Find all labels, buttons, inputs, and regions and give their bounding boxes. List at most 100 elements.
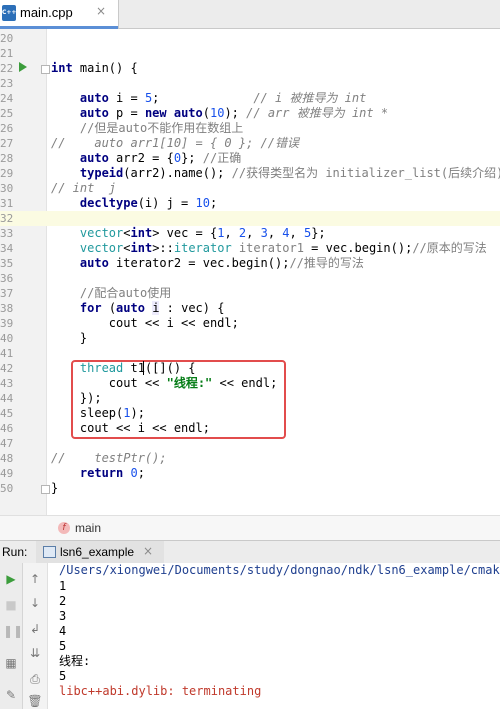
fold-icon[interactable]	[41, 65, 50, 74]
code-line[interactable]: 31 decltype(i) j = 10;	[0, 196, 500, 211]
code-token: 4	[282, 226, 290, 240]
code-line[interactable]: 39 cout << i << endl;	[0, 316, 500, 331]
code-token: ;	[137, 466, 145, 480]
code-token: 10	[195, 196, 210, 210]
code-token: auto	[79, 91, 109, 105]
code-token: <	[123, 226, 131, 240]
code-token: >::	[152, 241, 174, 255]
line-number: 44	[0, 392, 14, 405]
code-line[interactable]: 50}	[0, 481, 500, 496]
code-token: main() {	[72, 61, 138, 75]
code-line[interactable]: 40 }	[0, 331, 500, 346]
highlight-annotation-box	[71, 360, 286, 439]
code-line[interactable]: 25 auto p = new auto(10); // arr 被推导为 in…	[0, 106, 500, 121]
print-icon[interactable]: ⎙	[27, 671, 43, 687]
scroll-up-icon[interactable]: ↑	[27, 571, 43, 587]
code-token: (arr2).name();	[123, 166, 232, 180]
code-line[interactable]: 30 // int j	[0, 181, 500, 196]
code-token: auto	[116, 301, 145, 315]
line-number: 22	[0, 62, 14, 75]
run-actions-toolbar: ▶ ■ ❚❚ ▦ ✎	[0, 563, 23, 709]
code-line[interactable]: 27 // auto arr1[10] = { 0 }; //错误	[0, 136, 500, 151]
code-token: iterator	[173, 241, 232, 255]
code-line[interactable]: 37 //配合auto使用	[0, 286, 500, 301]
pause-icon[interactable]: ❚❚	[3, 623, 23, 639]
code-text: for (auto i : vec) {	[51, 301, 224, 316]
code-line[interactable]: 24 auto i = 5; // i 被推导为 int	[0, 91, 500, 106]
breadcrumb-function[interactable]: main	[75, 521, 101, 535]
run-tab[interactable]: lsn6_example ×	[36, 541, 164, 563]
code-token: ,	[224, 226, 239, 240]
line-number: 26	[0, 122, 14, 135]
code-line[interactable]: 23	[0, 76, 500, 91]
line-number: 27	[0, 137, 14, 150]
code-line[interactable]: 33 vector<int> vec = {1, 2, 3, 4, 5};	[0, 226, 500, 241]
line-number: 31	[0, 197, 14, 210]
code-line[interactable]: 48 // testPtr();	[0, 451, 500, 466]
code-text: auto iterator2 = vec.begin();//推导的写法	[51, 256, 364, 271]
code-line[interactable]: 41	[0, 346, 500, 361]
code-text: auto arr2 = {0}; //正确	[51, 151, 241, 166]
console-line: 线程:	[59, 654, 91, 668]
console-line: 2	[59, 594, 67, 608]
code-token: 3	[260, 226, 268, 240]
code-token: );	[224, 106, 247, 120]
cpp-file-icon: C++	[2, 5, 16, 21]
code-line[interactable]: 32	[0, 211, 500, 226]
code-line[interactable]: 26 //但是auto不能作用在数组上	[0, 121, 500, 136]
line-number: 43	[0, 377, 14, 390]
layout-icon[interactable]: ▦	[3, 655, 19, 671]
soft-wrap-icon[interactable]: ↲	[27, 621, 43, 637]
fold-icon[interactable]	[41, 485, 50, 494]
pin-icon[interactable]: ✎	[3, 687, 19, 703]
code-text: //但是auto不能作用在数组上	[51, 121, 243, 136]
code-line[interactable]: 29 typeid(arr2).name(); //获得类型名为 initial…	[0, 166, 500, 181]
code-line[interactable]: 38 for (auto i : vec) {	[0, 301, 500, 316]
code-line[interactable]: 28 auto arr2 = {0}; //正确	[0, 151, 500, 166]
line-number: 25	[0, 107, 14, 120]
code-token: };	[311, 226, 326, 240]
code-line[interactable]: 22 int main() {	[0, 61, 500, 76]
code-token: ;	[152, 91, 254, 105]
code-editor[interactable]: 20 21 22 int main() {23 24 auto i = 5; // i …	[0, 29, 500, 515]
code-line[interactable]: 21	[0, 46, 500, 61]
code-token: return	[79, 466, 124, 480]
stop-icon[interactable]: ■	[3, 597, 19, 613]
code-line[interactable]: 35 auto iterator2 = vec.begin();//推导的写法	[0, 256, 500, 271]
code-text: auto i = 5; // i 被推导为 int	[51, 91, 366, 106]
code-line[interactable]: 20	[0, 31, 500, 46]
code-text: return 0;	[51, 466, 145, 481]
code-token: auto	[173, 106, 203, 120]
tab-main-cpp[interactable]: C++ main.cpp ×	[0, 0, 119, 29]
console-line: 1	[59, 579, 67, 593]
run-gutter-icon[interactable]	[19, 62, 27, 72]
line-number: 29	[0, 167, 14, 180]
run-console[interactable]: ▶ ■ ❚❚ ▦ ✎ ↑ ↓ ↲ ⇊ ⎙ 🗑 /Users/xiongwei/D…	[0, 563, 500, 709]
line-number: 36	[0, 272, 14, 285]
code-line[interactable]: 36	[0, 271, 500, 286]
code-token: auto	[79, 106, 109, 120]
code-line[interactable]: 34 vector<int>::iterator iterator1 = vec…	[0, 241, 500, 256]
line-number: 20	[0, 32, 14, 45]
line-number: 45	[0, 407, 14, 420]
close-icon[interactable]: ×	[96, 4, 106, 18]
code-token: decltype	[79, 196, 138, 210]
code-token: vector	[79, 241, 124, 255]
code-text: // testPtr();	[51, 451, 167, 466]
rerun-icon[interactable]: ▶	[3, 571, 19, 587]
line-number: 32	[0, 212, 14, 225]
scroll-down-icon[interactable]: ↓	[27, 595, 43, 611]
trash-icon[interactable]: 🗑	[27, 693, 43, 709]
close-icon[interactable]: ×	[143, 544, 153, 558]
code-text: decltype(i) j = 10;	[51, 196, 217, 211]
code-text: vector<int> vec = {1, 2, 3, 4, 5};	[51, 226, 326, 241]
code-line[interactable]: 49 return 0;	[0, 466, 500, 481]
scroll-to-end-icon[interactable]: ⇊	[27, 645, 43, 661]
line-number: 39	[0, 317, 14, 330]
